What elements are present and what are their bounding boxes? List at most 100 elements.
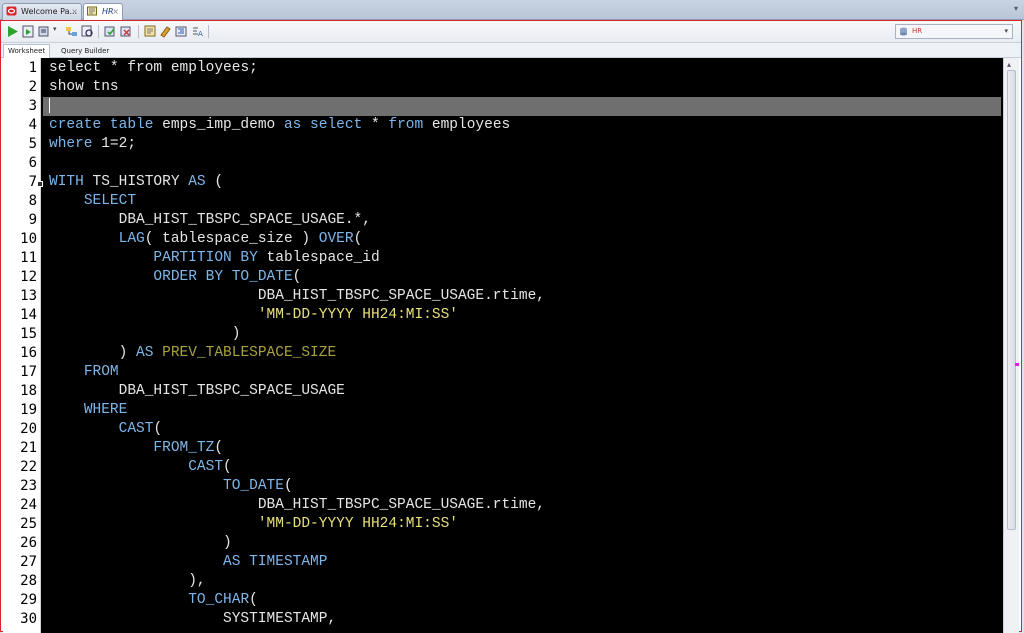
worksheet-toolbar: ▾ A HR ▾	[1, 21, 1021, 43]
code-token: 'MM-DD-YYYY HH24:MI:SS'	[257, 516, 458, 532]
connection-name: HR	[912, 27, 923, 35]
document-tab-bar: Welcome Pa... × HR × ▾	[0, 0, 1024, 21]
rollback-icon[interactable]	[120, 25, 133, 38]
code-line[interactable]: create table emps_imp_demo as select * f…	[43, 116, 1001, 135]
autotrace-icon[interactable]	[38, 25, 51, 38]
code-line[interactable]: WHERE	[43, 401, 1001, 420]
commit-icon[interactable]	[104, 25, 117, 38]
line-number: 30	[20, 611, 37, 627]
sql-tuning-icon[interactable]	[81, 25, 94, 38]
code-line[interactable]: AS TIMESTAMP	[43, 553, 1001, 572]
sql-code-editor[interactable]: 1 2 3 4 5 6 7 8 9 10 11 12 13 14 15 16 17 18 19 20 21 22 23 24 2…	[3, 58, 1019, 633]
oracle-logo-icon	[6, 6, 17, 16]
code-line[interactable]: DBA_HIST_TBSPC_SPACE_USAGE.rtime,	[43, 287, 1001, 306]
vertical-scrollbar[interactable]: ▴	[1003, 58, 1019, 633]
format-icon[interactable]	[175, 25, 188, 38]
code-line[interactable]: TO_CHAR(	[43, 591, 1001, 610]
close-tab-icon[interactable]: ×	[71, 4, 78, 19]
code-token: (	[249, 592, 258, 608]
scroll-up-arrow-icon[interactable]: ▴	[1007, 60, 1011, 69]
line-number: 26	[20, 535, 37, 551]
tab-query-builder[interactable]: Query Builder	[56, 44, 114, 58]
code-line[interactable]: )	[43, 325, 1001, 344]
code-line[interactable]: CAST(	[43, 420, 1001, 439]
line-number: 8	[28, 193, 37, 209]
tab-list-dropdown-icon[interactable]: ▾	[1014, 4, 1018, 13]
connection-select[interactable]: HR ▾	[895, 24, 1013, 39]
line-number: 5	[28, 136, 37, 152]
code-line[interactable]: ),	[43, 572, 1001, 591]
code-line[interactable]: LAG( tablespace_size ) OVER(	[43, 230, 1001, 249]
line-number-gutter: 1 2 3 4 5 6 7 8 9 10 11 12 13 14 15 16 17 18 19 20 21 22 23 24 2…	[3, 58, 41, 633]
chevron-down-icon: ▾	[1004, 27, 1008, 35]
code-token: tablespace_id	[257, 250, 380, 266]
code-line[interactable]: where 1=2;	[43, 135, 1001, 154]
tab-welcome-page[interactable]: Welcome Pa... ×	[2, 3, 82, 20]
clear-icon[interactable]	[159, 25, 172, 38]
code-line[interactable]: SYSTIMESTAMP,	[43, 610, 1001, 629]
code-lines[interactable]: select * from employees; show tns create t…	[43, 58, 1001, 633]
code-token: where	[49, 136, 93, 152]
code-line[interactable]: DBA_HIST_TBSPC_SPACE_USAGE.rtime,	[43, 496, 1001, 515]
tab-worksheet[interactable]: Worksheet	[3, 44, 51, 58]
line-number: 15	[20, 326, 37, 342]
text-caret	[49, 97, 50, 113]
close-tab-icon[interactable]: ×	[112, 4, 119, 19]
code-token: employees	[423, 117, 511, 133]
code-token: FROM_TZ	[153, 440, 215, 456]
code-line[interactable]: select * from employees;	[43, 59, 1001, 78]
explain-plan-icon[interactable]	[65, 25, 78, 38]
code-line[interactable]: )	[43, 534, 1001, 553]
line-number: 11	[20, 250, 37, 266]
code-line[interactable]	[43, 97, 1001, 116]
code-line[interactable]: 'MM-DD-YYYY HH24:MI:SS'	[43, 515, 1001, 534]
code-line[interactable]: show tns	[43, 78, 1001, 97]
code-line[interactable]: FROM_TZ(	[43, 439, 1001, 458]
tab-label: Welcome Pa...	[21, 7, 78, 16]
code-token: (	[353, 231, 363, 247]
code-line[interactable]: SELECT	[43, 192, 1001, 211]
line-number: 24	[20, 497, 37, 513]
history-icon[interactable]: A	[191, 25, 204, 38]
code-token: *	[362, 117, 389, 133]
code-line[interactable]: ) AS PREV_TABLESPACE_SIZE	[43, 344, 1001, 363]
code-token: TO_DATE	[223, 478, 284, 494]
tab-hr-worksheet[interactable]: HR ×	[83, 3, 123, 21]
code-token: ORDER BY TO_DATE	[153, 269, 293, 285]
code-line[interactable]: FROM	[43, 363, 1001, 382]
run-script-icon[interactable]	[22, 25, 35, 38]
code-line[interactable]	[43, 154, 1001, 173]
code-line[interactable]: 'MM-DD-YYYY HH24:MI:SS'	[43, 306, 1001, 325]
code-token: 'MM-DD-YYYY HH24:MI:SS'	[257, 307, 458, 323]
code-token: )	[49, 345, 137, 361]
code-line[interactable]: TO_DATE(	[43, 477, 1001, 496]
code-line[interactable]: PARTITION BY tablespace_id	[43, 249, 1001, 268]
worksheet-subtabs: Worksheet Query Builder	[1, 43, 1021, 58]
scrollbar-thumb[interactable]	[1007, 70, 1016, 530]
code-line[interactable]: ORDER BY TO_DATE(	[43, 268, 1001, 287]
line-number: 1	[28, 60, 37, 76]
code-token: )	[49, 326, 241, 342]
code-token: show tns	[49, 79, 119, 95]
code-token: from	[388, 117, 424, 133]
line-number: 19	[20, 402, 37, 418]
code-token: LAG	[118, 231, 145, 247]
line-number: 27	[20, 554, 37, 570]
line-number: 6	[28, 155, 37, 171]
code-token: from employees;	[127, 60, 258, 76]
code-line[interactable]: DBA_HIST_TBSPC_SPACE_USAGE.*,	[43, 211, 1001, 230]
code-line[interactable]: CAST(	[43, 458, 1001, 477]
code-line[interactable]: DBA_HIST_TBSPC_SPACE_USAGE	[43, 382, 1001, 401]
code-token: (	[283, 478, 293, 494]
code-token: (	[205, 174, 224, 190]
unshared-sql-icon[interactable]	[144, 25, 157, 38]
code-token: DBA_HIST_TBSPC_SPACE_USAGE.*,	[49, 212, 371, 228]
line-number: 29	[20, 592, 37, 608]
code-token: TO_CHAR	[188, 592, 250, 608]
code-line[interactable]: WITH TS_HISTORY AS (	[43, 173, 1001, 192]
run-statement-icon[interactable]	[6, 25, 19, 38]
